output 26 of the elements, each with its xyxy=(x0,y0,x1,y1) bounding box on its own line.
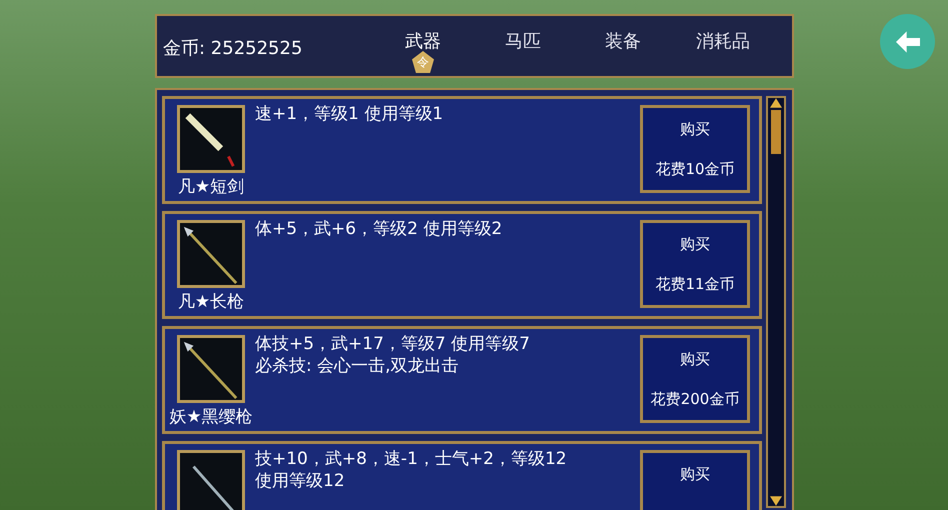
buy-button[interactable]: 购买 花费200金币 xyxy=(640,335,750,423)
buy-button[interactable]: 购买 花费10金币 xyxy=(640,105,750,193)
item-stats: 体技+5，武+17，等级7 使用等级7 xyxy=(255,333,531,355)
item-stats: 技+10，武+8，速-1，士气+2，等级12 xyxy=(255,448,568,470)
item-name: 妖★黑缨枪 xyxy=(169,406,253,429)
coin-balance: 金币: 25252525 xyxy=(163,36,304,60)
scrollbar-thumb xyxy=(771,110,782,154)
buy-button[interactable]: 购买 花费11金币 xyxy=(640,220,750,308)
up-arrow-icon xyxy=(770,98,782,108)
item-stats: 速+1，等级1 使用等级1 xyxy=(255,103,444,125)
weapon-icon xyxy=(177,450,245,510)
category-tab[interactable]: 消耗品 xyxy=(673,16,773,76)
item-name: 凡★长枪 xyxy=(178,291,244,314)
category-tab[interactable]: 马匹 xyxy=(473,16,573,76)
buy-button[interactable]: 购买 xyxy=(640,450,750,510)
weapon-icon xyxy=(177,335,245,403)
selected-badge: 令 xyxy=(412,51,434,73)
item-stats: 必杀技: 会心一击,双龙出击 xyxy=(255,355,460,377)
item-stats: 体+5，武+6，等级2 使用等级2 xyxy=(255,218,504,240)
item-stats: 使用等级12 xyxy=(255,470,346,492)
item-name: 凡★短剑 xyxy=(178,176,244,199)
category-tab[interactable]: 武器 令 xyxy=(373,16,473,76)
weapon-icon xyxy=(177,105,245,173)
category-tab[interactable]: 装备 xyxy=(573,16,673,76)
down-arrow-icon xyxy=(770,496,782,506)
weapon-icon xyxy=(177,220,245,288)
